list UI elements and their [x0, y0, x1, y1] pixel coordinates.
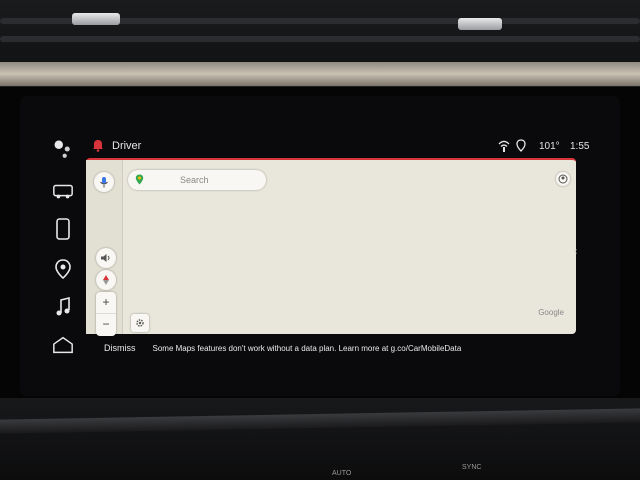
audio-guidance-button[interactable] — [96, 248, 116, 268]
account-icon — [558, 174, 568, 184]
phone-icon[interactable] — [52, 218, 74, 240]
dashboard-top — [0, 0, 640, 70]
maps-pin-icon — [135, 174, 144, 187]
vent-control — [458, 18, 502, 30]
location-icon — [516, 139, 526, 157]
microphone-icon — [100, 177, 108, 188]
map-view[interactable]: Search + − Google — [86, 158, 576, 336]
home-icon[interactable] — [52, 334, 74, 356]
google-attribution: Google — [538, 308, 564, 317]
temperature: 101° — [539, 141, 560, 152]
voice-search-button[interactable] — [94, 172, 114, 192]
hvac-auto-label: AUTO — [332, 470, 352, 477]
banner-message: Some Maps features don't work without a … — [152, 343, 462, 353]
clock: 1:55 — [570, 141, 590, 152]
map-settings-button[interactable] — [131, 314, 149, 332]
zoom-in-button[interactable]: + — [96, 292, 116, 314]
air-vent — [0, 36, 640, 42]
bell-icon[interactable] — [91, 138, 105, 157]
account-button[interactable] — [556, 172, 570, 186]
map-pin-icon[interactable] — [52, 258, 74, 280]
compass-icon — [103, 275, 109, 285]
dashboard-trim — [0, 62, 640, 88]
zoom-control: + − — [96, 292, 116, 336]
assistant-dots-icon[interactable] — [52, 138, 74, 160]
zoom-out-button[interactable]: − — [96, 314, 116, 335]
wifi-icon — [498, 139, 510, 157]
chevron-left-icon[interactable]: ‹ — [574, 246, 577, 257]
dismiss-button[interactable]: Dismiss — [104, 343, 136, 353]
gear-icon — [136, 319, 144, 327]
speaker-icon — [101, 254, 110, 262]
hvac-sync-label: SYNC — [462, 464, 482, 471]
profile-name[interactable]: Driver — [112, 140, 141, 152]
data-plan-banner: Dismiss Some Maps features don't work wi… — [86, 338, 576, 358]
vehicle-icon[interactable] — [52, 180, 74, 202]
vent-control — [72, 13, 120, 25]
music-note-icon[interactable] — [52, 296, 74, 318]
compass-button[interactable] — [96, 270, 116, 290]
search-input[interactable]: Search — [128, 170, 266, 190]
search-placeholder: Search — [180, 175, 209, 185]
